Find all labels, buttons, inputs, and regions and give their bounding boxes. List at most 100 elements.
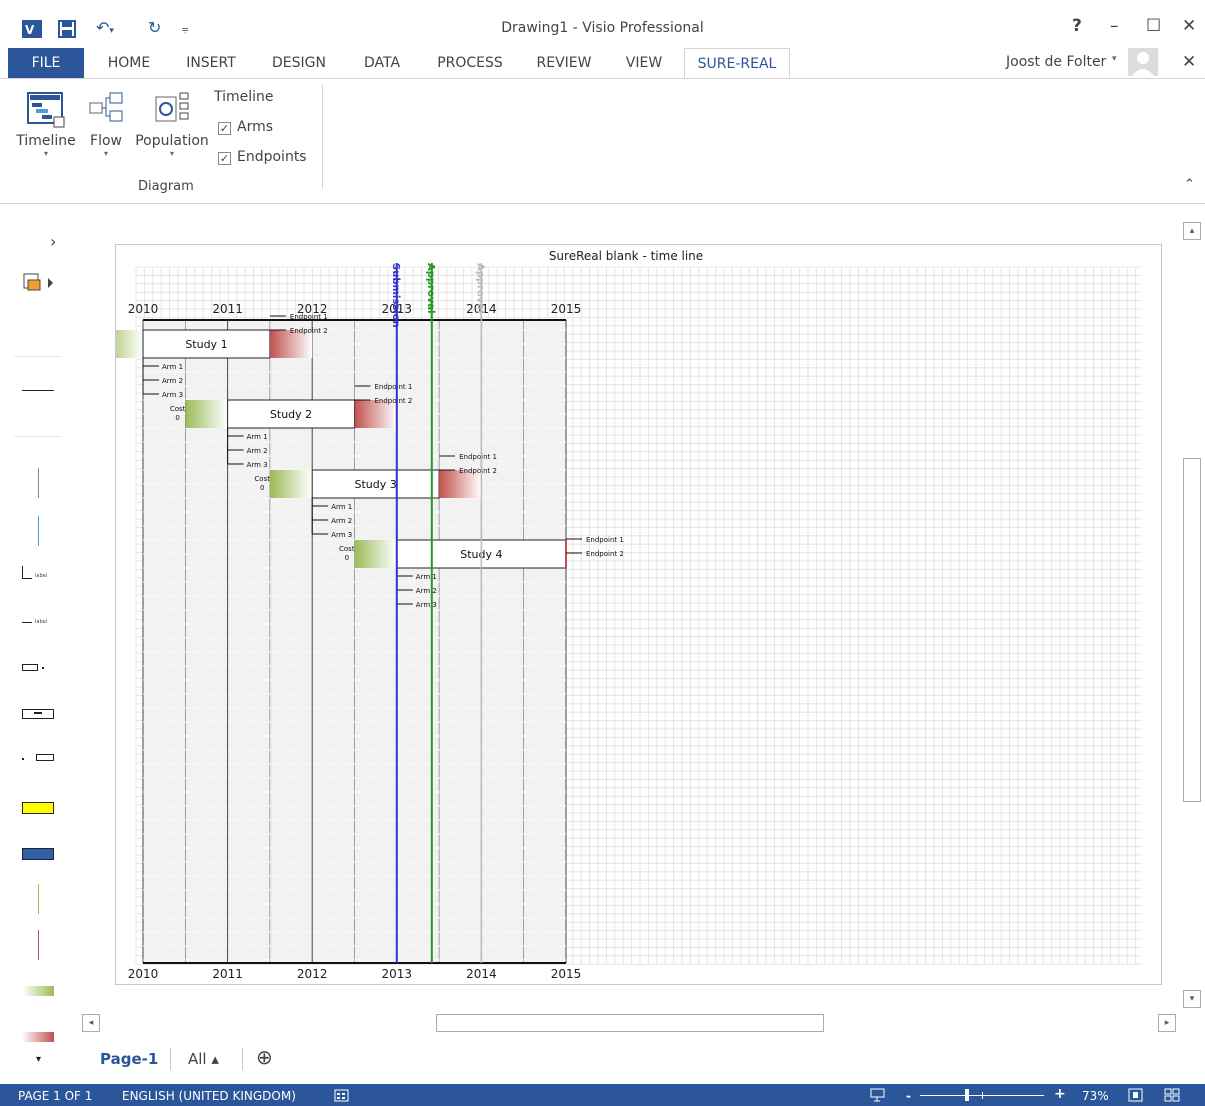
shapes-panel: › label label ▾	[0, 204, 80, 1080]
arm-label: Arm 1	[331, 503, 352, 511]
box-dot-shape-dot	[42, 667, 44, 669]
arms-label: Arms	[237, 119, 274, 135]
switch-windows-icon[interactable]	[1164, 1088, 1180, 1102]
line-shape[interactable]	[22, 390, 54, 391]
dot-box-shape-dot	[22, 758, 24, 760]
help-icon[interactable]: ?	[1072, 16, 1082, 36]
line-label-shape[interactable]	[22, 622, 32, 623]
start-gradient-shape[interactable]	[22, 986, 54, 996]
flow-dropdown-icon: ▾	[103, 149, 108, 158]
year-label-bottom: 2013	[382, 967, 413, 981]
presentation-mode-icon[interactable]	[870, 1088, 886, 1102]
stencil-icon[interactable]	[22, 272, 58, 294]
cost-value: 0	[345, 554, 349, 562]
panel-divider	[14, 356, 62, 357]
macro-icon[interactable]	[334, 1088, 350, 1102]
red-line-shape[interactable]	[38, 930, 39, 960]
year-label-bottom: 2011	[212, 967, 243, 981]
milestone-line-shape[interactable]	[38, 516, 39, 546]
population-dropdown-icon: ▾	[169, 149, 174, 158]
flow-label: Flow	[90, 133, 122, 149]
scroll-up-button[interactable]: ▴	[1183, 222, 1201, 240]
tab-home[interactable]: HOME	[98, 48, 160, 78]
timeline-button[interactable]: Timeline ▾	[12, 89, 80, 158]
dot-box-shape[interactable]	[36, 754, 54, 761]
corner-label-text: label	[35, 573, 48, 579]
tab-sure-real[interactable]: SURE-REAL	[684, 48, 790, 78]
blue-shape[interactable]	[22, 848, 54, 860]
tab-view[interactable]: VIEW	[618, 48, 670, 78]
scroll-right-button[interactable]: ▸	[1158, 1014, 1176, 1032]
tab-review[interactable]: REVIEW	[530, 48, 598, 78]
year-label-top: 2010	[128, 302, 159, 316]
more-shapes-icon[interactable]: ▾	[36, 1054, 41, 1065]
drawing-page[interactable]: SureReal blank - time line 2010 2010 2011 20…	[85, 244, 1162, 985]
cost-value: 0	[260, 484, 264, 492]
year-label-bottom: 2014	[466, 967, 497, 981]
horizontal-scrollbar[interactable]: ◂ ▸	[82, 1012, 1180, 1034]
timeline-dropdown-icon: ▾	[43, 149, 48, 158]
add-page-icon[interactable]: ⊕	[256, 1045, 273, 1069]
fit-page-icon[interactable]	[1128, 1088, 1144, 1102]
tab-insert[interactable]: INSERT	[178, 48, 244, 78]
window-title: Drawing1 - Visio Professional	[501, 20, 704, 36]
milestone-label: Approval	[425, 263, 436, 314]
arms-checkbox[interactable]: ✓ Arms	[218, 119, 273, 135]
arm-label: Arm 2	[162, 377, 183, 385]
vertical-scroll-thumb[interactable]	[1183, 458, 1201, 802]
box-dot-shape[interactable]	[22, 664, 38, 671]
horizontal-scroll-thumb[interactable]	[436, 1014, 824, 1032]
endpoint-label: Endpoint 1	[459, 453, 497, 461]
tab-file[interactable]: FILE	[8, 48, 84, 78]
corner-label-shape-base	[22, 578, 32, 579]
zoom-in-button[interactable]: +	[1054, 1086, 1066, 1102]
language-indicator[interactable]: ENGLISH (UNITED KINGDOM)	[122, 1089, 296, 1103]
corner-label-shape[interactable]	[22, 566, 23, 578]
user-dropdown-icon[interactable]: ▾	[1112, 54, 1117, 64]
endpoints-checkbox[interactable]: ✓ Endpoints	[218, 149, 307, 165]
page-indicator[interactable]: PAGE 1 OF 1	[18, 1089, 92, 1103]
close-ribbon-button[interactable]: ✕	[1182, 52, 1196, 72]
tab-data[interactable]: DATA	[354, 48, 410, 78]
scroll-down-button[interactable]: ▾	[1183, 990, 1201, 1008]
avatar[interactable]	[1128, 48, 1158, 76]
page-tab-divider-2	[242, 1048, 243, 1070]
end-gradient-shape[interactable]	[22, 1032, 54, 1042]
label-box-shape[interactable]	[22, 709, 54, 719]
study-name: Study 2	[270, 408, 312, 421]
group-divider	[322, 85, 323, 189]
user-name[interactable]: Joost de Folter	[1006, 54, 1106, 70]
year-label-bottom: 2015	[551, 967, 582, 981]
scroll-left-button[interactable]: ◂	[82, 1014, 100, 1032]
green-line-shape[interactable]	[38, 884, 39, 914]
endpoint-label: Endpoint 1	[290, 313, 328, 321]
population-button[interactable]: Population ▾	[132, 89, 212, 158]
all-pages-button[interactable]: All ▴	[188, 1050, 219, 1068]
yellow-shape[interactable]	[22, 802, 54, 814]
study-name: Study 3	[355, 478, 397, 491]
year-label-bottom: 2012	[297, 967, 328, 981]
arm-label: Arm 1	[162, 363, 183, 371]
tab-process[interactable]: PROCESS	[430, 48, 510, 78]
vertical-line-shape[interactable]	[38, 468, 39, 498]
endpoint-label: Endpoint 2	[459, 467, 497, 475]
zoom-out-button[interactable]: -	[906, 1089, 911, 1103]
close-button[interactable]: ✕	[1182, 16, 1196, 36]
timeline-diagram[interactable]: SureReal blank - time line 2010 2010 2011 20…	[85, 245, 1161, 984]
page-tabs: Page-1 All ▴ ⊕	[80, 1042, 1205, 1082]
zoom-level[interactable]: 73%	[1082, 1089, 1109, 1103]
flow-button[interactable]: Flow ▾	[84, 89, 128, 158]
year-label-top: 2011	[212, 302, 243, 316]
restore-button[interactable]: ☐	[1146, 16, 1161, 36]
minimize-button[interactable]: –	[1110, 16, 1119, 36]
zoom-slider-thumb[interactable]	[965, 1089, 969, 1101]
tab-design[interactable]: DESIGN	[264, 48, 334, 78]
study-name: Study 1	[185, 338, 227, 351]
vertical-scrollbar[interactable]: ▴ ▾	[1181, 222, 1203, 1012]
expand-shapes-icon[interactable]: ›	[50, 232, 56, 251]
endpoints-label: Endpoints	[237, 149, 307, 165]
arm-label: Arm 1	[416, 573, 437, 581]
diagram-title: SureReal blank - time line	[549, 249, 703, 263]
page-tab-page-1[interactable]: Page-1	[100, 1050, 158, 1068]
collapse-ribbon-icon[interactable]: ⌃	[1184, 177, 1195, 192]
